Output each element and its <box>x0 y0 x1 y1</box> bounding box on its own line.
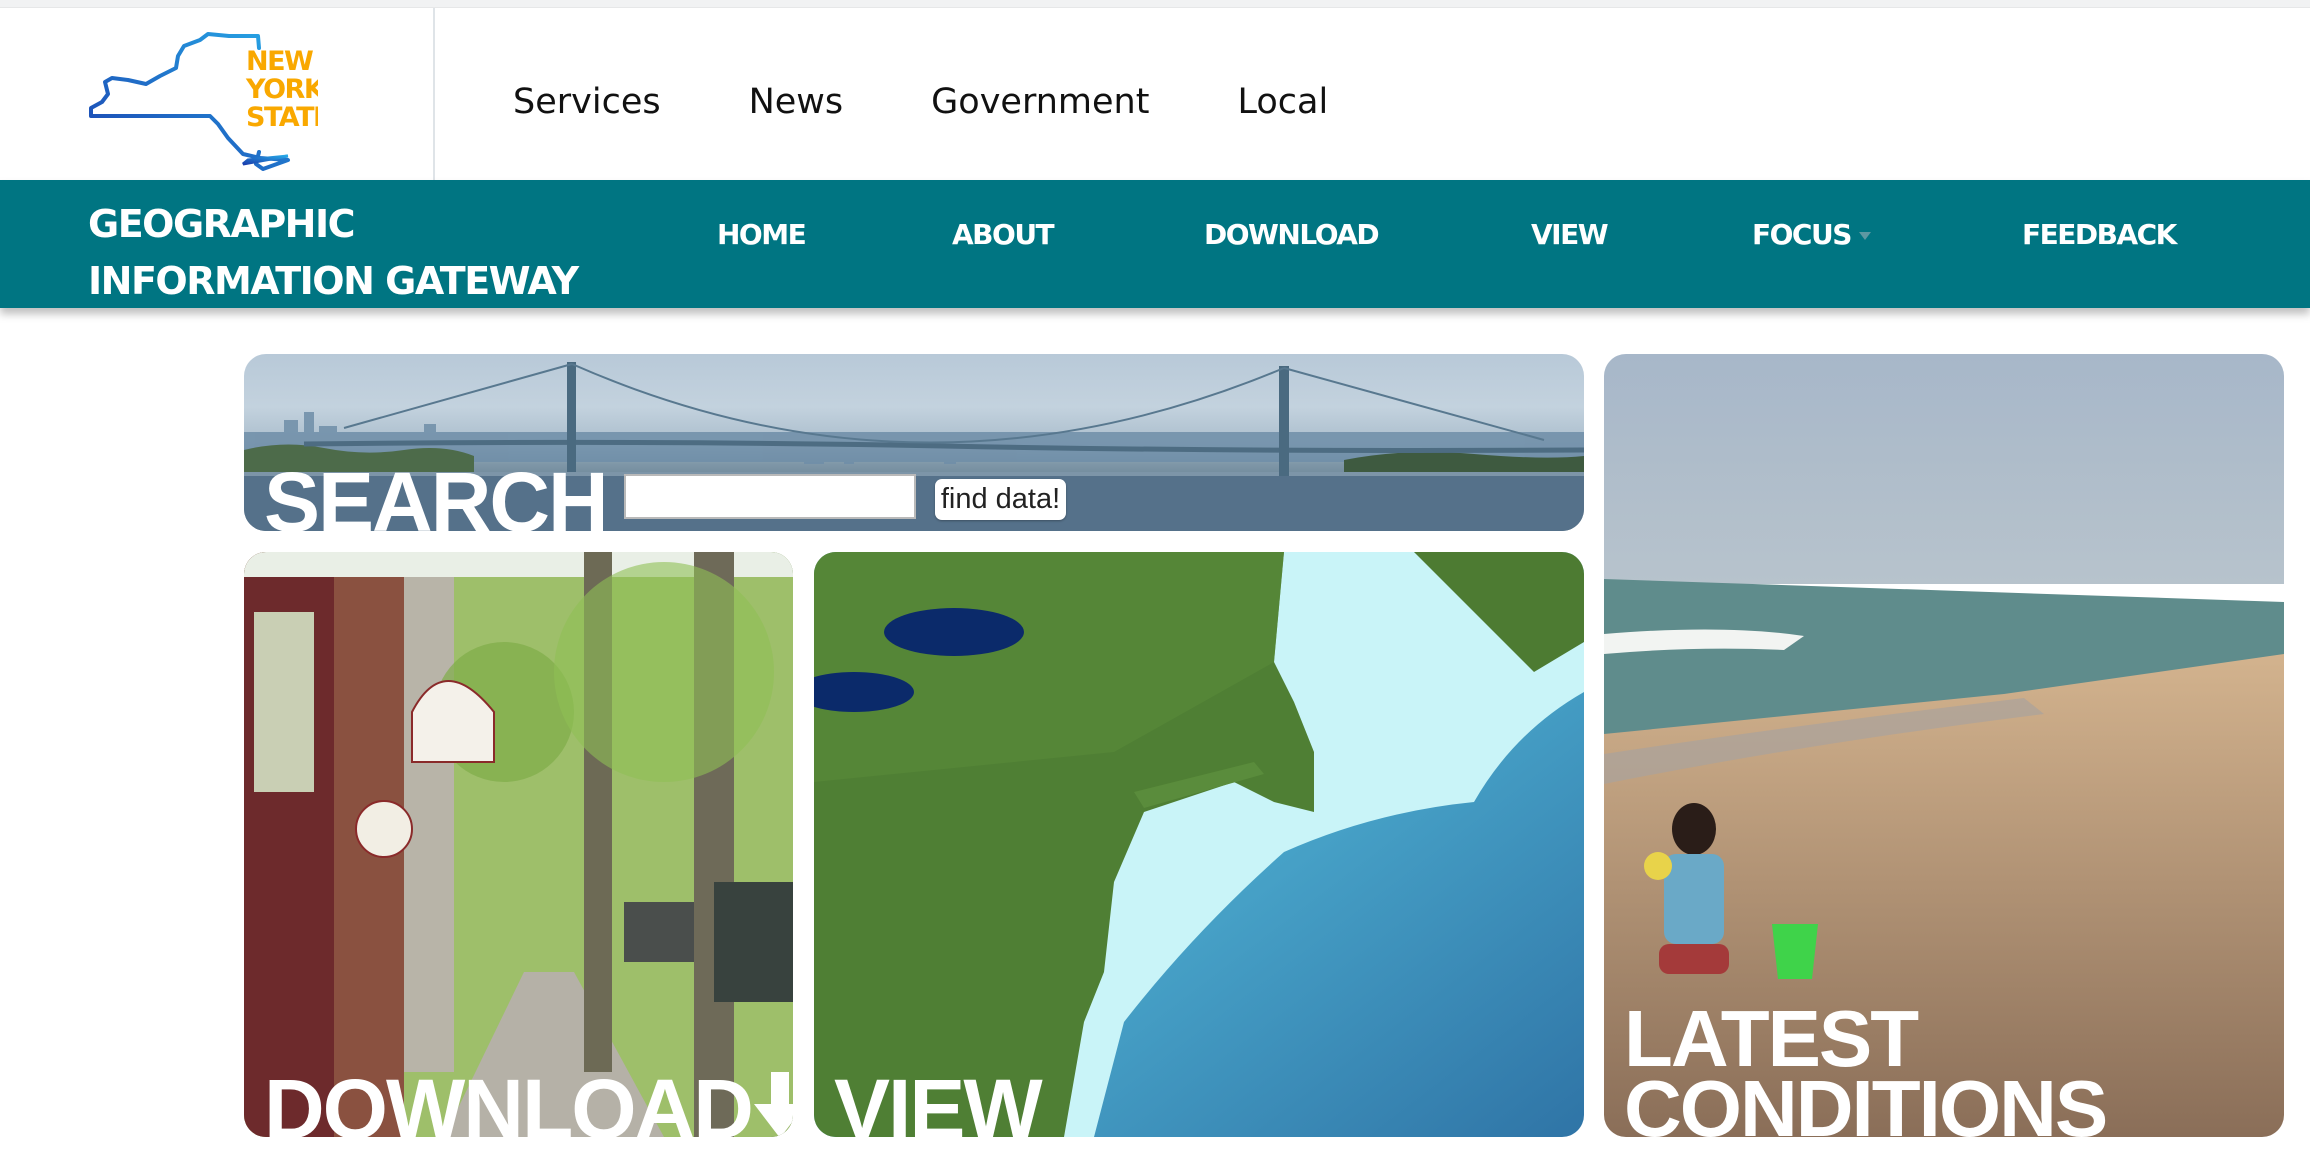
nys-top-nav: Services News Government Local <box>513 82 1416 122</box>
latest-conditions-tile[interactable]: LATEST CONDITIONS <box>1604 354 2284 1137</box>
nav-home[interactable]: HOME <box>717 218 807 251</box>
nav-focus-label: FOCUS <box>1752 218 1852 251</box>
nav-focus[interactable]: FOCUS <box>1752 218 1871 251</box>
download-tile[interactable]: DOWNLOAD <box>244 552 793 1137</box>
top-nav-services[interactable]: Services <box>513 82 661 122</box>
nav-feedback[interactable]: FEEDBACK <box>2022 218 2177 251</box>
logo-text-new: NEW <box>246 46 313 77</box>
search-tile-label[interactable]: SEARCH <box>264 452 609 531</box>
northeast-relief-map <box>814 552 1584 1137</box>
nys-header: NEW YORK STATE Services News Government … <box>0 8 2310 180</box>
logo-text-state: STATE <box>246 102 318 133</box>
nys-state-outline-icon: NEW YORK STATE <box>89 32 331 171</box>
view-tile[interactable]: VIEW <box>814 552 1584 1137</box>
top-nav-news[interactable]: News <box>749 82 844 122</box>
latest-conditions-line2: CONDITIONS <box>1624 1064 2108 1138</box>
site-nav-band: GEOGRAPHIC INFORMATION GATEWAY HOME ABOU… <box>0 180 2310 308</box>
site-title-line2: INFORMATION GATEWAY <box>88 259 579 303</box>
nav-about[interactable]: ABOUT <box>952 218 1055 251</box>
view-tile-label[interactable]: VIEW <box>834 1064 1043 1137</box>
download-label-text: DOWNLOAD <box>264 1062 754 1137</box>
nav-view[interactable]: VIEW <box>1531 218 1609 251</box>
download-tile-label[interactable]: DOWNLOAD <box>264 1064 793 1137</box>
site-title-line1: GEOGRAPHIC <box>88 202 355 246</box>
header-divider <box>433 8 435 180</box>
top-border <box>0 0 2310 8</box>
chevron-down-icon <box>1858 232 1871 240</box>
find-data-button[interactable]: find data! <box>935 479 1066 520</box>
top-nav-local[interactable]: Local <box>1237 82 1328 122</box>
site-title-link[interactable]: GEOGRAPHIC INFORMATION GATEWAY <box>88 196 579 310</box>
search-tile: SEARCH find data! <box>244 354 1584 531</box>
top-nav-government[interactable]: Government <box>931 82 1149 122</box>
latest-conditions-label[interactable]: LATEST CONDITIONS <box>1624 999 2108 1138</box>
nys-logo-link[interactable]: NEW YORK STATE <box>88 32 331 172</box>
street-scene-photo <box>244 552 793 1137</box>
search-input[interactable] <box>624 474 916 519</box>
nav-download[interactable]: DOWNLOAD <box>1204 218 1380 251</box>
down-arrow-icon <box>753 1072 793 1137</box>
logo-text-york: YORK <box>245 74 318 105</box>
